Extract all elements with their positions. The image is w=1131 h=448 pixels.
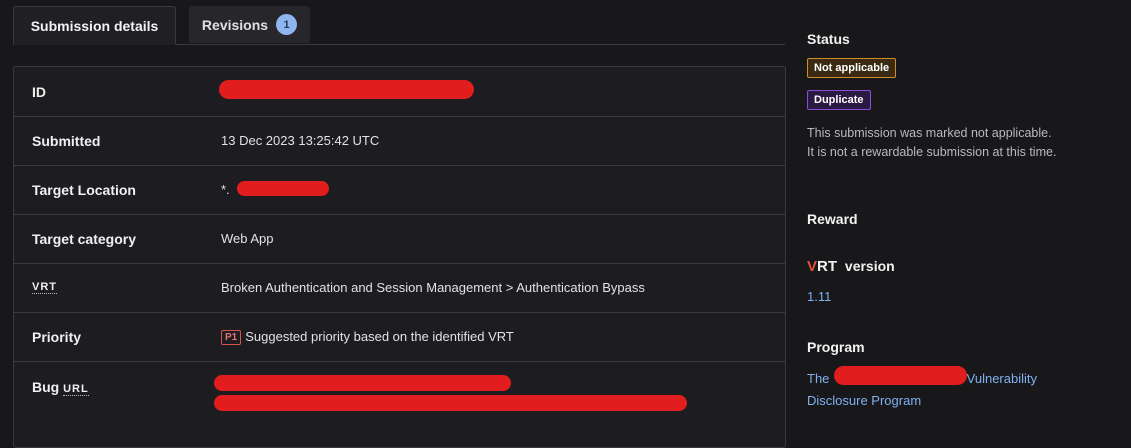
detail-label: Target Location	[32, 181, 136, 198]
reward-heading: Reward	[807, 211, 858, 227]
bug-url-label-abbr: URL	[63, 383, 89, 396]
tab-bar: Submission details Revisions 1	[13, 6, 785, 45]
detail-label: Submitted	[32, 132, 101, 149]
program-heading: Program	[807, 339, 865, 355]
status-badge-not-applicable: Not applicable	[807, 58, 897, 78]
detail-row-priority: Priority P1 Suggested priority based on t…	[14, 312, 785, 362]
detail-value: Web App	[221, 231, 274, 246]
redacted-bug-url-line1	[214, 375, 511, 391]
redacted-program-name	[834, 366, 967, 385]
detail-value: Broken Authentication and Session Manage…	[221, 280, 645, 295]
tab-submission-details-label: Submission details	[30, 17, 159, 34]
detail-label: VRT	[32, 281, 57, 294]
detail-label: ID	[32, 83, 46, 100]
detail-label: Bug URL	[32, 379, 89, 396]
program-link-prefix: The	[807, 371, 830, 386]
detail-row-target-location: Target Location *.	[14, 165, 785, 215]
program-link-line2: Disclosure Program	[807, 393, 922, 408]
vrt-version-heading-suffix: version	[844, 258, 895, 274]
detail-row-id: ID	[14, 67, 785, 117]
priority-badge: P1	[221, 329, 242, 345]
submission-details-table: ID Submitted 13 Dec 2023 13:25:42 UTC Ta…	[13, 66, 786, 448]
detail-label: Target category	[32, 230, 136, 247]
redacted-id	[219, 80, 474, 99]
detail-value: 13 Dec 2023 13:25:42 UTC	[221, 133, 380, 148]
detail-value-wrapper: P1 Suggested priority based on the identi…	[221, 329, 514, 345]
vrt-version-link[interactable]: 1.11	[807, 289, 831, 304]
detail-row-target-category: Target category Web App	[14, 214, 785, 264]
revisions-count-badge: 1	[276, 14, 298, 35]
tab-revisions-label: Revisions	[201, 16, 269, 33]
status-note: This submission was marked not applicabl…	[807, 126, 1057, 159]
tab-revisions[interactable]: Revisions 1	[189, 6, 310, 43]
vrt-version-heading: VRT version	[807, 258, 895, 275]
program-link-suffix: Vulnerability	[966, 371, 1037, 386]
tab-submission-details[interactable]: Submission details	[13, 6, 176, 45]
status-heading: Status	[807, 31, 850, 47]
detail-value: Suggested priority based on the identifi…	[245, 328, 514, 344]
detail-row-bug-url: Bug URL	[14, 361, 785, 447]
redacted-target-location	[237, 181, 329, 196]
detail-row-vrt: VRT Broken Authentication and Session Ma…	[14, 263, 785, 313]
status-badge-duplicate: Duplicate	[807, 90, 871, 110]
vrt-logo: VRT	[807, 258, 838, 275]
detail-value: *.	[221, 182, 230, 197]
detail-row-submitted: Submitted 13 Dec 2023 13:25:42 UTC	[14, 116, 785, 166]
bug-url-label-prefix: Bug	[32, 379, 60, 395]
detail-label: Priority	[32, 328, 82, 345]
redacted-bug-url-line2	[214, 395, 687, 411]
